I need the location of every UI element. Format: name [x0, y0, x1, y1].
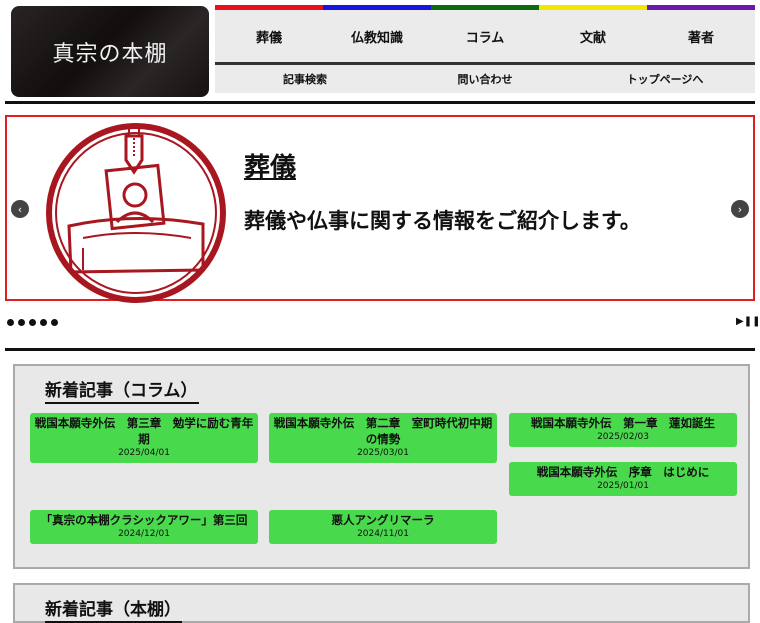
nav-item-funeral[interactable]: 葬儀	[215, 27, 323, 46]
nav-item-contact[interactable]: 問い合わせ	[395, 71, 575, 87]
color-strip-yellow	[539, 5, 647, 10]
article-date: 2024/11/01	[357, 529, 409, 539]
slider-next-button[interactable]: ›	[731, 200, 749, 218]
article-title: 戦国本願寺外伝 第三章 勉学に励む青年期	[34, 416, 254, 446]
nav-item-buddhism[interactable]: 仏教知識	[323, 27, 431, 46]
article-title: 悪人アングリマーラ	[331, 513, 435, 527]
nav-color-bar	[215, 5, 755, 10]
nav-item-author[interactable]: 著者	[647, 27, 755, 46]
new-books-title: 新着記事（本棚）	[45, 595, 182, 623]
slider-dot-4[interactable]	[40, 319, 47, 326]
article-card[interactable]: 戦国本願寺外伝 第三章 勉学に励む青年期 2025/04/01	[30, 413, 258, 463]
article-date: 2024/12/01	[118, 529, 170, 539]
nav-main-row: 葬儀 仏教知識 コラム 文献 著者	[215, 10, 755, 62]
slide-title[interactable]: 葬儀	[244, 147, 296, 184]
nav-item-top[interactable]: トップページへ	[575, 71, 755, 87]
slider-dot-2[interactable]	[18, 319, 25, 326]
article-date: 2025/01/01	[597, 481, 649, 491]
funeral-icon	[46, 123, 226, 303]
color-strip-blue	[323, 5, 431, 10]
color-strip-purple	[647, 5, 755, 10]
hero-slider[interactable]: 葬儀 葬儀や仏事に関する情報をご紹介します。	[5, 115, 755, 303]
article-title: 戦国本願寺外伝 序章 はじめに	[536, 465, 710, 479]
article-title: 「真宗の本棚クラシックアワー」第三回	[40, 513, 248, 527]
main-navigation: 葬儀 仏教知識 コラム 文献 著者 記事検索 問い合わせ トップページへ	[215, 5, 755, 93]
site-logo[interactable]: 真宗の本棚	[11, 6, 209, 97]
slider-play-pause-button[interactable]: ▶❚❚	[736, 316, 760, 327]
article-date: 2025/02/03	[597, 432, 649, 442]
nav-item-literature[interactable]: 文献	[539, 27, 647, 46]
article-date: 2025/04/01	[118, 448, 170, 458]
article-card[interactable]: 戦国本願寺外伝 第二章 室町時代初中期の情勢 2025/03/01	[269, 413, 497, 463]
nav-item-column[interactable]: コラム	[431, 27, 539, 46]
article-title: 戦国本願寺外伝 第二章 室町時代初中期の情勢	[273, 416, 493, 446]
article-date: 2025/03/01	[357, 448, 409, 458]
section-divider	[5, 348, 755, 351]
nav-sub-row: 記事検索 問い合わせ トップページへ	[215, 65, 755, 93]
slide-description: 葬儀や仏事に関する情報をご紹介します。	[244, 209, 641, 233]
article-card[interactable]: 戦国本願寺外伝 第一章 蓮如誕生 2025/02/03	[509, 413, 737, 447]
header-divider	[5, 101, 755, 104]
slider-dot-1[interactable]	[7, 319, 14, 326]
article-card[interactable]: 戦国本願寺外伝 序章 はじめに 2025/01/01	[509, 462, 737, 496]
new-column-title: 新着記事（コラム）	[45, 376, 199, 404]
article-title: 戦国本願寺外伝 第一章 蓮如誕生	[531, 416, 715, 430]
article-card[interactable]: 悪人アングリマーラ 2024/11/01	[269, 510, 497, 544]
new-books-panel: 新着記事（本棚）	[13, 583, 750, 623]
slider-dot-5[interactable]	[51, 319, 58, 326]
color-strip-green	[431, 5, 539, 10]
slider-dot-3[interactable]	[29, 319, 36, 326]
slider-pagination	[7, 319, 58, 326]
new-column-panel: 新着記事（コラム） 戦国本願寺外伝 第三章 勉学に励む青年期 2025/04/0…	[13, 364, 750, 569]
site-logo-text: 真宗の本棚	[52, 41, 168, 67]
slider-prev-button[interactable]: ‹	[11, 200, 29, 218]
color-strip-red	[215, 5, 323, 10]
nav-item-search[interactable]: 記事検索	[215, 71, 395, 87]
article-card[interactable]: 「真宗の本棚クラシックアワー」第三回 2024/12/01	[30, 510, 258, 544]
